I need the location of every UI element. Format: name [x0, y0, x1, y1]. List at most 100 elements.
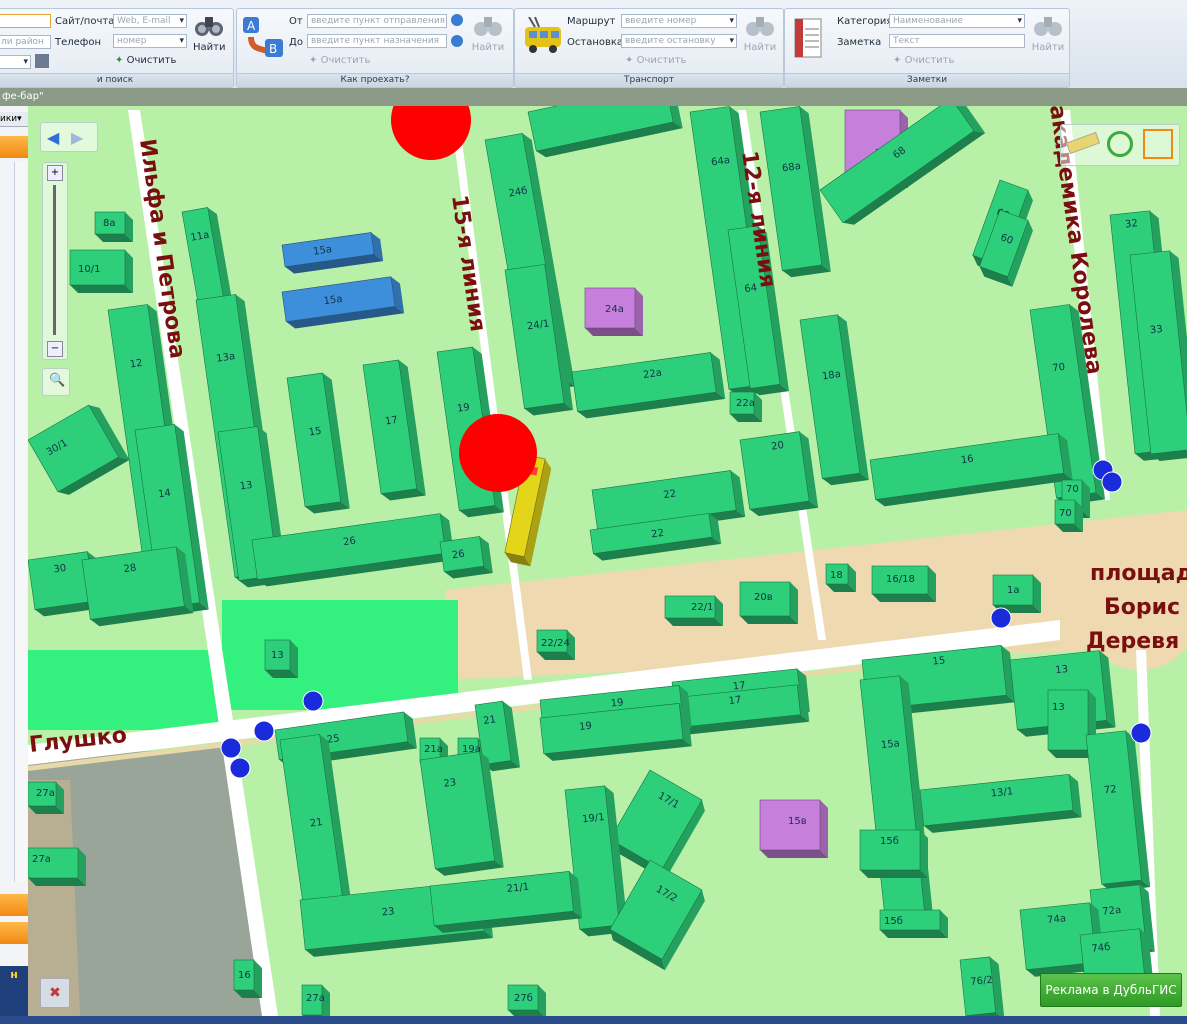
sidebar-dropdown[interactable]: ики▾: [0, 112, 28, 127]
building[interactable]: 27а: [301, 984, 330, 1016]
building[interactable]: 70: [1054, 499, 1083, 532]
building[interactable]: 27а: [28, 781, 64, 814]
building-icon[interactable]: [35, 54, 49, 68]
building[interactable]: 64б: [526, 106, 683, 159]
site-input[interactable]: Web, E-mail: [113, 14, 187, 28]
from-input[interactable]: введите пункт отправления: [307, 14, 447, 28]
partial-input-1[interactable]: [0, 14, 51, 28]
building[interactable]: 30/1: [28, 401, 130, 499]
phone-label: Телефон: [55, 37, 102, 48]
building-number: 15а: [880, 738, 900, 751]
find-transport-button[interactable]: Найти: [743, 13, 777, 53]
building[interactable]: 17/1: [606, 769, 709, 881]
to-pin-icon[interactable]: [451, 35, 463, 47]
stop-input[interactable]: введите остановку: [621, 34, 737, 48]
route-group: AB От введите пункт отправления До введи…: [236, 8, 514, 88]
building[interactable]: 17: [362, 359, 426, 502]
clear-route-button[interactable]: ✦ Очистить: [309, 55, 370, 66]
from-pin-icon[interactable]: [451, 14, 463, 26]
magnifier-button[interactable]: 🔍: [42, 368, 70, 396]
clear-notes-button[interactable]: ✦ Очистить: [893, 55, 954, 66]
building[interactable]: 22а: [729, 391, 762, 422]
building-number: 10/1: [78, 264, 100, 275]
red-marker-2[interactable]: [459, 414, 537, 492]
building-number: 76/2: [970, 975, 993, 988]
building[interactable]: 13/1: [919, 773, 1082, 833]
sidebar-scrollbar[interactable]: [14, 162, 27, 882]
building[interactable]: 27а: [28, 847, 86, 886]
clear-transport-button[interactable]: ✦ Очистить: [625, 55, 686, 66]
building[interactable]: 8а: [94, 211, 133, 242]
map-canvas[interactable]: 64б8а11а15а15а10/124б24а64а68а6458а60606…: [28, 106, 1187, 1016]
building[interactable]: 15а: [281, 276, 405, 330]
stop-marker[interactable]: [253, 720, 275, 742]
stop-marker[interactable]: [220, 737, 242, 759]
sidebar-orange-tab[interactable]: [0, 136, 28, 158]
arrow-right-icon[interactable]: ▶: [71, 128, 83, 147]
route-input[interactable]: введите номер: [621, 14, 737, 28]
building-number: 15б: [884, 916, 903, 927]
building[interactable]: 27б: [507, 984, 546, 1016]
building[interactable]: 24а: [584, 287, 643, 336]
clear-label: Очистить: [320, 55, 371, 66]
building[interactable]: 76/2: [959, 956, 1005, 1016]
cube-icon[interactable]: [1143, 129, 1173, 159]
building-number: 21а: [424, 744, 443, 755]
stop-marker[interactable]: [1130, 722, 1152, 744]
building[interactable]: 24/1: [504, 263, 574, 416]
phone-input[interactable]: номер: [113, 34, 187, 48]
zoom-slider[interactable]: + −: [42, 162, 68, 360]
building[interactable]: 22а: [571, 351, 726, 419]
find-route-button[interactable]: Найти: [471, 13, 505, 53]
building[interactable]: 16: [233, 959, 262, 998]
district-input[interactable]: ли район: [0, 35, 51, 49]
building[interactable]: 13: [264, 639, 298, 678]
building[interactable]: 15в: [759, 799, 828, 858]
building[interactable]: 16: [869, 432, 1073, 507]
building-number: 27б: [514, 993, 533, 1004]
map-nav-arrows[interactable]: ◀ ▶: [40, 122, 98, 152]
building[interactable]: 22/1: [664, 595, 723, 626]
ruler-icon[interactable]: [1065, 131, 1101, 155]
stop-marker[interactable]: [1101, 471, 1123, 493]
building[interactable]: 26: [251, 512, 455, 587]
stop-marker[interactable]: [302, 690, 324, 712]
sidebar-orange-tab-2[interactable]: [0, 894, 28, 916]
zoom-in-icon[interactable]: +: [47, 165, 63, 181]
stop-marker[interactable]: [229, 757, 251, 779]
building[interactable]: 10/1: [69, 249, 133, 293]
stop-marker[interactable]: [990, 607, 1012, 629]
building[interactable]: 15: [286, 372, 350, 515]
map-view[interactable]: 64б8а11а15а15а10/124б24а64а68а6458а60606…: [28, 106, 1187, 1016]
category-input[interactable]: Наименование: [889, 14, 1025, 28]
ad-button[interactable]: Реклама в ДубльГИС: [1040, 973, 1182, 1007]
note-input[interactable]: Текст: [889, 34, 1025, 48]
broom-icon: ✦: [625, 55, 634, 66]
find-notes-button[interactable]: Найти: [1031, 13, 1065, 53]
building[interactable]: 15а: [281, 231, 384, 274]
building[interactable]: 15б: [879, 909, 948, 938]
building[interactable]: 22/24: [536, 629, 575, 660]
radar-icon[interactable]: [1107, 131, 1133, 157]
building[interactable]: 21/1: [429, 871, 583, 934]
map-tools[interactable]: [1060, 124, 1180, 166]
zoom-track[interactable]: [53, 185, 56, 335]
zoom-out-icon[interactable]: −: [47, 341, 63, 357]
clear-search-button[interactable]: ✦ Очистить: [115, 55, 176, 66]
building[interactable]: 15б: [859, 829, 928, 878]
building[interactable]: 26: [439, 535, 493, 579]
building[interactable]: 28: [81, 546, 194, 628]
building[interactable]: 20: [739, 431, 819, 518]
find-search-button[interactable]: Найти: [193, 13, 225, 53]
building[interactable]: 1а: [992, 574, 1041, 613]
partial-input-3[interactable]: [0, 55, 31, 69]
building[interactable]: 20в: [739, 581, 798, 624]
sidebar-orange-tab-3[interactable]: [0, 922, 28, 944]
arrow-left-icon[interactable]: ◀: [47, 128, 59, 147]
to-input[interactable]: введите пункт назначения: [307, 34, 447, 48]
building[interactable]: 11а: [181, 206, 233, 308]
fullscreen-button[interactable]: ✖: [40, 978, 70, 1008]
building-number: 22/24: [541, 638, 570, 649]
building[interactable]: 18: [825, 563, 856, 592]
building[interactable]: 16/18: [871, 565, 936, 602]
